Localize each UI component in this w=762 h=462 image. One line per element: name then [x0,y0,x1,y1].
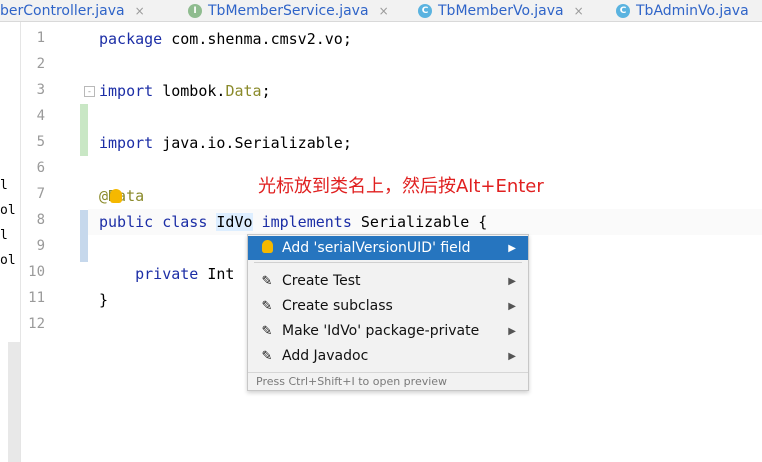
submenu-arrow-icon: ▶ [508,300,516,312]
line-number: 4 [36,108,45,124]
code-line-1[interactable]: package com.shenma.cmsv2.vo; [99,30,352,48]
class-icon: C [418,3,432,18]
annotation-at: @ [99,187,109,205]
code-line-5[interactable]: import java.io.Serializable; [99,134,352,152]
submenu-arrow-icon: ▶ [508,275,516,287]
class-icon: C [616,3,630,18]
code-text: } [99,291,109,309]
pencil-icon: ✎ [261,348,273,364]
popup-item-add-serialversionuid[interactable]: Add 'serialVersionUID' field ▶ [248,236,528,260]
line-number: 7 [36,186,45,202]
line-number: 2 [36,56,45,72]
submenu-arrow-icon: ▶ [508,325,516,337]
tab-label: TbAdminVo.java [636,2,749,19]
code-text: ; [261,82,271,100]
panel-scrollbar[interactable] [8,342,20,462]
line-number: 11 [28,290,45,306]
annotation-ref: Data [225,82,262,100]
popup-item-label: Create subclass [282,298,393,314]
tab-tbadminvo[interactable]: C TbAdminVo.java [616,0,749,21]
popup-item-label: Add Javadoc [282,348,369,364]
close-icon[interactable]: × [574,4,584,18]
line-number: 6 [36,160,45,176]
keyword: import [99,82,154,100]
class-name-idvo[interactable]: IdVo [216,213,253,231]
interface-icon: I [188,3,202,18]
code-text: lombok. [153,82,226,100]
panel-fragment: ol [0,253,16,268]
lightbulb-icon [260,239,274,257]
intention-bulb-icon[interactable] [110,189,122,203]
popup-item-label: Make 'IdVo' package-private [282,323,480,339]
keyword: public [99,213,154,231]
submenu-arrow-icon: ▶ [508,350,516,362]
line-number: 5 [36,134,45,150]
keyword: package [99,30,163,48]
project-panel-edge: l ol l ol [0,22,21,462]
pencil-icon: ✎ [261,323,273,339]
popup-item-label: Create Test [282,273,361,289]
code-text: Int [198,265,235,283]
panel-fragment: l [0,228,8,243]
code-line-3[interactable]: import lombok.Data; [99,82,271,100]
popup-item-add-javadoc[interactable]: ✎ Add Javadoc ▶ [248,344,528,368]
line-number: 3 [36,82,45,98]
code-line-10[interactable]: private Int [99,265,234,283]
keyword: class [162,213,208,231]
keyword: implements [261,213,352,231]
line-number: 10 [28,264,45,280]
keyword: private [135,265,199,283]
tab-label: berController.java [0,2,125,19]
keyword: import [99,134,154,152]
tab-label: TbMemberService.java [208,2,369,19]
popup-item-make-package-private[interactable]: ✎ Make 'IdVo' package-private ▶ [248,319,528,343]
code-text: com.shenma.cmsv2.vo; [162,30,352,48]
annotation-note: 光标放到类名上，然后按Alt+Enter [258,176,544,197]
close-icon[interactable]: × [379,4,389,18]
editor-tab-bar: berController.java × I TbMemberService.j… [0,0,762,22]
code-text: Serializable { [351,213,488,231]
code-line-11[interactable]: } [99,291,108,309]
tab-label: TbMemberVo.java [438,2,564,19]
pencil-icon: ✎ [261,273,273,289]
tab-tbmemberservice[interactable]: I TbMemberService.java × [188,0,389,21]
intention-actions-popup: Add 'serialVersionUID' field ▶ ✎ Create … [247,234,529,391]
popup-item-label: Add 'serialVersionUID' field [282,240,471,256]
popup-footer-hint: Press Ctrl+Shift+I to open preview [248,372,528,390]
panel-fragment: l [0,178,8,193]
panel-fragment: ol [0,203,16,218]
pencil-icon: ✎ [261,298,273,314]
line-number-gutter: 1 2 3 4 5 6 7 8 9 10 11 12 [21,22,79,462]
fold-icon[interactable]: - [84,86,95,97]
vcs-added-marker[interactable] [80,104,88,156]
popup-item-create-subclass[interactable]: ✎ Create subclass ▶ [248,294,528,318]
line-number: 8 [36,212,45,228]
popup-separator [254,262,522,263]
tab-tbmembervo[interactable]: C TbMemberVo.java × [418,0,584,21]
submenu-arrow-icon: ▶ [508,242,516,254]
vcs-modified-marker[interactable] [80,210,88,262]
line-number: 9 [36,238,45,254]
popup-item-create-test[interactable]: ✎ Create Test ▶ [248,269,528,293]
tab-bercontroller[interactable]: berController.java × [0,0,145,21]
line-number: 12 [28,316,45,332]
close-icon[interactable]: × [135,4,145,18]
line-number: 1 [36,30,45,46]
code-text: java.io.Serializable; [153,134,352,152]
code-line-8[interactable]: public class IdVo implements Serializabl… [99,213,487,231]
